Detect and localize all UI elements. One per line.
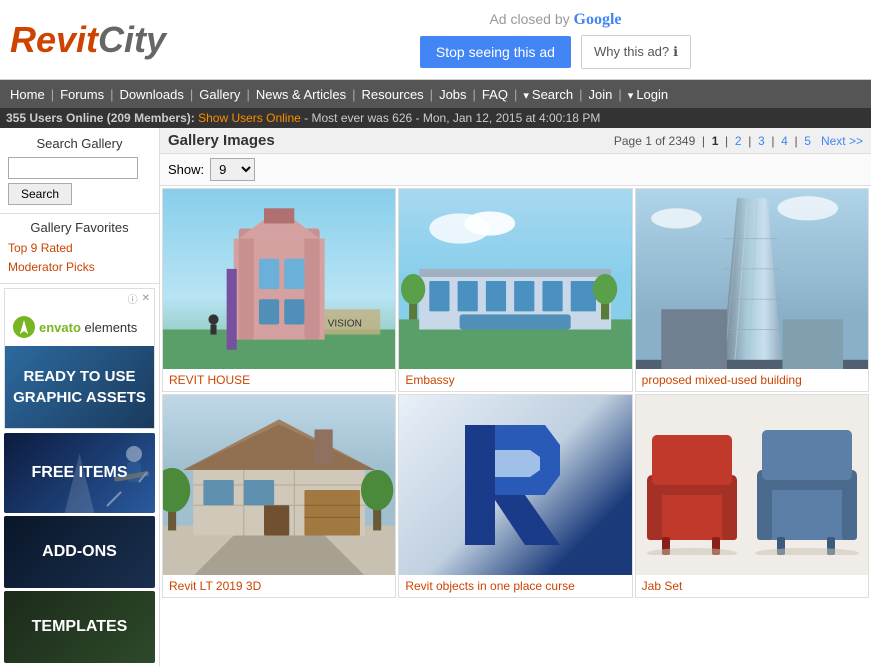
free-items-label: FREE ITEMS xyxy=(31,464,127,482)
nav-gallery[interactable]: Gallery xyxy=(193,87,246,102)
nav-faq[interactable]: FAQ xyxy=(476,87,514,102)
pagination: Page 1 of 2349 | 1 | 2 | 3 | 4 | 5 Next … xyxy=(614,134,863,148)
gallery-item-6[interactable]: Jab Set xyxy=(635,394,869,598)
content-toolbar: Show: 9 18 27 xyxy=(160,154,871,186)
gallery-image-6 xyxy=(636,395,868,575)
fav-top-rated[interactable]: Top 9 Rated xyxy=(8,239,151,258)
gallery-title: Gallery Images xyxy=(168,132,275,149)
header: RevitCity Ad closed by Google Stop seein… xyxy=(0,0,871,80)
ad-buttons: Stop seeing this ad Why this ad? ℹ xyxy=(420,35,691,69)
show-label: Show: xyxy=(168,162,204,177)
page-link-4[interactable]: 4 xyxy=(781,134,788,148)
show-users-link[interactable]: Show Users Online xyxy=(198,111,301,125)
envato-icon xyxy=(13,316,35,338)
nav-resources[interactable]: Resources xyxy=(356,87,430,102)
ad-top-bar: ⓘ ✕ xyxy=(5,289,154,308)
gallery-grid: VISION REVIT HOUSE xyxy=(160,186,871,600)
gallery-item-3[interactable]: proposed mixed-used building xyxy=(635,188,869,392)
content-header: Gallery Images Page 1 of 2349 | 1 | 2 | … xyxy=(160,128,871,154)
gallery-item-4[interactable]: Revit LT 2019 3D xyxy=(162,394,396,598)
sidebar: Search Gallery Search Gallery Favorites … xyxy=(0,128,160,666)
sidebar-search-title: Search Gallery xyxy=(8,136,151,151)
embassy-image xyxy=(399,189,631,369)
page-link-3[interactable]: 3 xyxy=(758,134,765,148)
gallery-item-3-label[interactable]: proposed mixed-used building xyxy=(636,369,868,391)
gallery-item-2[interactable]: Embassy xyxy=(398,188,632,392)
jab-set-image xyxy=(642,395,862,555)
site-logo[interactable]: RevitCity xyxy=(10,19,240,61)
gallery-item-4-label[interactable]: Revit LT 2019 3D xyxy=(163,575,395,597)
fav-moderator-picks[interactable]: Moderator Picks xyxy=(8,258,151,277)
free-items-promo[interactable]: FREE ITEMS xyxy=(4,433,155,513)
page-of-total: Page 1 of 2349 xyxy=(614,134,695,148)
add-ons-label: ADD-ONS xyxy=(42,543,117,561)
page-link-2[interactable]: 2 xyxy=(735,134,742,148)
google-brand: Google xyxy=(574,11,622,28)
search-input[interactable] xyxy=(8,157,138,179)
gallery-item-1-label[interactable]: REVIT HOUSE xyxy=(163,369,395,391)
envato-brand-text: envato elements xyxy=(39,320,137,335)
add-ons-promo[interactable]: ADD-ONS xyxy=(4,516,155,588)
gallery-image-5 xyxy=(399,395,631,575)
info-icon: ℹ xyxy=(673,44,678,60)
gallery-image-2 xyxy=(399,189,631,369)
ad-graphic-text[interactable]: READY TO USE GRAPHIC ASSETS xyxy=(5,346,154,428)
search-button[interactable]: Search xyxy=(8,183,72,205)
templates-label: TEMPLATES xyxy=(32,618,128,636)
nav-forums[interactable]: Forums xyxy=(54,87,110,102)
ad-closed-label: Ad closed by Google xyxy=(489,11,621,29)
content-area: Gallery Images Page 1 of 2349 | 1 | 2 | … xyxy=(160,128,871,666)
show-select[interactable]: 9 18 27 xyxy=(210,158,255,181)
gallery-image-4 xyxy=(163,395,395,575)
revit-lt-image xyxy=(163,395,395,575)
nav-news-articles[interactable]: News & Articles xyxy=(250,87,352,102)
gallery-item-5[interactable]: Revit objects in one place curse xyxy=(398,394,632,598)
svg-text:VISION: VISION xyxy=(328,318,362,329)
gallery-image-3 xyxy=(636,189,868,369)
gallery-item-6-label[interactable]: Jab Set xyxy=(636,575,868,597)
nav-downloads[interactable]: Downloads xyxy=(114,87,190,102)
stop-seeing-ad-button[interactable]: Stop seeing this ad xyxy=(420,36,571,68)
nav-jobs[interactable]: Jobs xyxy=(433,87,472,102)
nav-home[interactable]: Home xyxy=(4,87,51,102)
nav-search-dropdown[interactable]: Search xyxy=(517,87,579,102)
sidebar-favorites-title: Gallery Favorites xyxy=(8,220,151,235)
revit-house-image: VISION xyxy=(163,189,395,369)
gallery-item-1[interactable]: VISION REVIT HOUSE xyxy=(162,188,396,392)
main-content: Search Gallery Search Gallery Favorites … xyxy=(0,128,871,666)
gallery-item-2-label[interactable]: Embassy xyxy=(399,369,631,391)
envato-logo-area: envato elements xyxy=(5,308,154,346)
status-suffix: - Most ever was 626 - Mon, Jan 12, 2015 … xyxy=(304,111,600,125)
tower-image xyxy=(636,189,868,369)
sidebar-favorites-section: Gallery Favorites Top 9 Rated Moderator … xyxy=(0,214,159,284)
nav-join[interactable]: Join xyxy=(583,87,619,102)
ad-area: Ad closed by Google Stop seeing this ad … xyxy=(240,11,871,69)
sidebar-ad-banner: ⓘ ✕ envato elements READY TO USE GRAPHIC… xyxy=(4,288,155,429)
sidebar-search-section: Search Gallery Search xyxy=(0,128,159,214)
page-link-1[interactable]: 1 xyxy=(712,134,719,148)
revit-r-icon xyxy=(445,415,585,555)
user-count: 355 Users Online (209 Members): xyxy=(6,111,195,125)
gallery-item-5-label[interactable]: Revit objects in one place curse xyxy=(399,575,631,597)
logo-area: RevitCity xyxy=(0,19,240,61)
ad-close-x[interactable]: ✕ xyxy=(142,293,150,304)
nav-login-dropdown[interactable]: Login xyxy=(622,87,674,102)
status-bar: 355 Users Online (209 Members): Show Use… xyxy=(0,108,871,128)
gallery-image-1: VISION xyxy=(163,189,395,369)
why-this-ad-button[interactable]: Why this ad? ℹ xyxy=(581,35,691,69)
why-ad-label: Why this ad? xyxy=(594,44,669,59)
navigation: Home | Forums | Downloads | Gallery | Ne… xyxy=(0,80,871,108)
page-link-5[interactable]: 5 xyxy=(804,134,811,148)
ad-info-icon[interactable]: ⓘ xyxy=(128,291,138,306)
templates-promo[interactable]: TEMPLATES xyxy=(4,591,155,663)
page-link-next[interactable]: Next >> xyxy=(821,134,863,148)
